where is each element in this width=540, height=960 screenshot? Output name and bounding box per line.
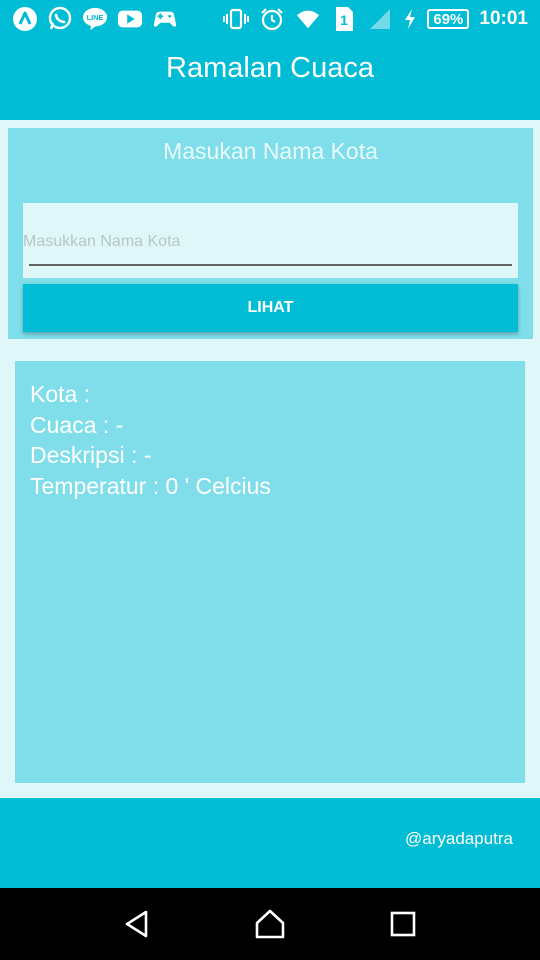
input-card: Masukan Nama Kota LIHAT (8, 128, 533, 339)
weather-result-panel: Kota : Cuaca : - Deskripsi : - Temperatu… (15, 361, 525, 783)
result-kota: Kota : (30, 381, 91, 407)
city-input[interactable] (23, 225, 518, 259)
status-bar: LINE 1 69% 10:01 (0, 0, 540, 38)
battery-level: 69% (427, 9, 470, 29)
system-icons: 1 69% 10:01 (223, 6, 528, 32)
svg-text:LINE: LINE (87, 13, 104, 22)
lihat-button[interactable]: LIHAT (23, 284, 518, 332)
result-cuaca: Cuaca : - (30, 411, 124, 438)
alarm-icon (259, 6, 285, 32)
home-icon[interactable] (250, 904, 290, 944)
charging-icon (403, 6, 417, 32)
youtube-icon (117, 6, 143, 32)
input-underline (29, 264, 512, 266)
recents-icon[interactable] (383, 904, 423, 944)
result-temperatur: Temperatur : 0 ' Celcius (30, 472, 271, 499)
whatsapp-icon (47, 6, 73, 32)
result-deskripsi: Deskripsi : - (30, 442, 152, 468)
vibrate-icon (223, 6, 250, 32)
app-a-icon (12, 6, 38, 32)
navigation-bar (0, 888, 540, 960)
app-title: Ramalan Cuaca (166, 51, 374, 84)
clock: 10:01 (479, 8, 528, 29)
footer-credit: @aryadaputra (405, 829, 513, 848)
city-input-container (23, 203, 518, 278)
footer: @aryadaputra (0, 798, 540, 888)
wifi-icon (295, 6, 321, 32)
game-controller-icon (152, 6, 178, 32)
sim-slot-number: 1 (340, 12, 348, 28)
sim-icon: 1 (331, 6, 357, 32)
back-icon[interactable] (117, 904, 157, 944)
notification-icons: LINE (12, 6, 178, 32)
signal-icon (367, 6, 393, 32)
input-heading: Masukan Nama Kota (163, 138, 378, 164)
app-bar: Ramalan Cuaca (0, 38, 540, 120)
line-icon: LINE (82, 6, 108, 32)
